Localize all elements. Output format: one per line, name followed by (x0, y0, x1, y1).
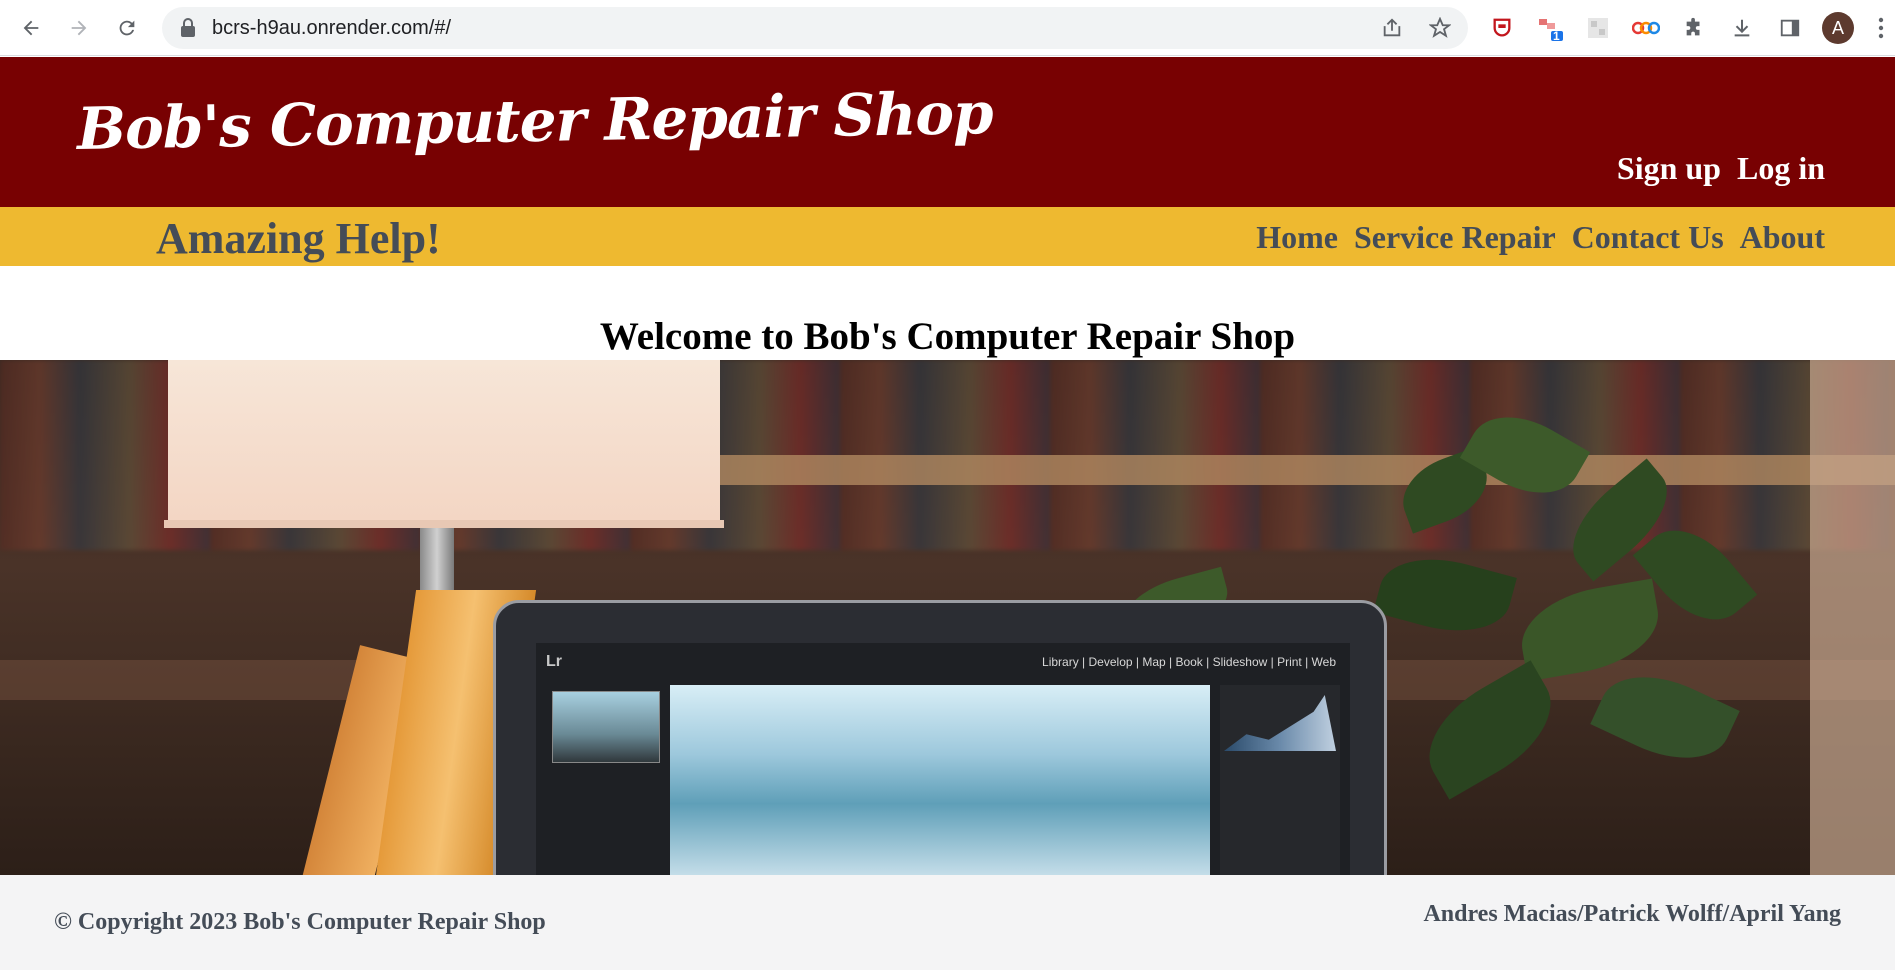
winter-photo (670, 685, 1210, 875)
sub-navigation-bar: Amazing Help! Home Service Repair Contac… (0, 207, 1895, 266)
hero-image: Lr Library | Develop | Map | Book | Slid… (0, 360, 1895, 875)
shield-extension-icon[interactable] (1486, 12, 1518, 44)
nav-home[interactable]: Home (1256, 219, 1338, 256)
lamp-shade (168, 360, 720, 520)
lightroom-logo: Lr (546, 653, 562, 670)
shelf-board (700, 455, 1895, 485)
navigator-thumbnail (552, 691, 660, 763)
share-icon[interactable] (1380, 16, 1404, 40)
lamp-shade-rim (164, 520, 724, 528)
credits-text: Andres Macias/Patrick Wolff/April Yang (1423, 901, 1841, 927)
extension-badge-icon[interactable]: 1 (1534, 12, 1566, 44)
extension-badge-count: 1 (1553, 29, 1560, 43)
grid-extension-icon[interactable] (1582, 12, 1614, 44)
browser-toolbar: bcrs-h9au.onrender.com/#/ 1 A (0, 0, 1895, 56)
forward-icon[interactable] (62, 11, 96, 45)
laptop-screen: Lr Library | Develop | Map | Book | Slid… (536, 643, 1350, 875)
site-title[interactable]: Bob's Computer Repair Shop (76, 79, 993, 163)
wall-edge (1810, 360, 1895, 875)
address-bar[interactable]: bcrs-h9au.onrender.com/#/ (162, 7, 1468, 49)
url-text[interactable]: bcrs-h9au.onrender.com/#/ (212, 7, 451, 49)
star-icon[interactable] (1428, 16, 1452, 40)
histogram (1224, 695, 1336, 751)
lock-icon (180, 18, 196, 43)
welcome-heading: Welcome to Bob's Computer Repair Shop (599, 315, 1296, 358)
site-header: Bob's Computer Repair Shop Sign up Log i… (0, 57, 1895, 207)
site-footer: © Copyright 2023 Bob's Computer Repair S… (0, 875, 1895, 970)
nav-about[interactable]: About (1740, 219, 1825, 256)
cgs-extension-icon[interactable] (1630, 12, 1662, 44)
profile-avatar[interactable]: A (1822, 12, 1854, 44)
nav-contact-us[interactable]: Contact Us (1572, 219, 1724, 256)
back-icon[interactable] (14, 11, 48, 45)
lightroom-menu: Library | Develop | Map | Book | Slidesh… (1042, 655, 1336, 669)
login-link[interactable]: Log in (1737, 150, 1825, 187)
tagline: Amazing Help! (156, 214, 441, 263)
reload-icon[interactable] (110, 11, 144, 45)
nav-service-repair[interactable]: Service Repair (1354, 219, 1556, 256)
copyright-text: © Copyright 2023 Bob's Computer Repair S… (54, 909, 546, 935)
laptop: Lr Library | Develop | Map | Book | Slid… (493, 600, 1387, 875)
puzzle-icon[interactable] (1678, 12, 1710, 44)
download-icon[interactable] (1726, 12, 1758, 44)
main-nav: Home Service Repair Contact Us About (1256, 219, 1825, 256)
auth-nav: Sign up Log in (1617, 150, 1825, 187)
develop-panel (1220, 685, 1340, 875)
sidepanel-icon[interactable] (1774, 12, 1806, 44)
menu-icon[interactable] (1870, 12, 1892, 44)
signup-link[interactable]: Sign up (1617, 150, 1721, 187)
plant-leaf (1373, 544, 1517, 646)
